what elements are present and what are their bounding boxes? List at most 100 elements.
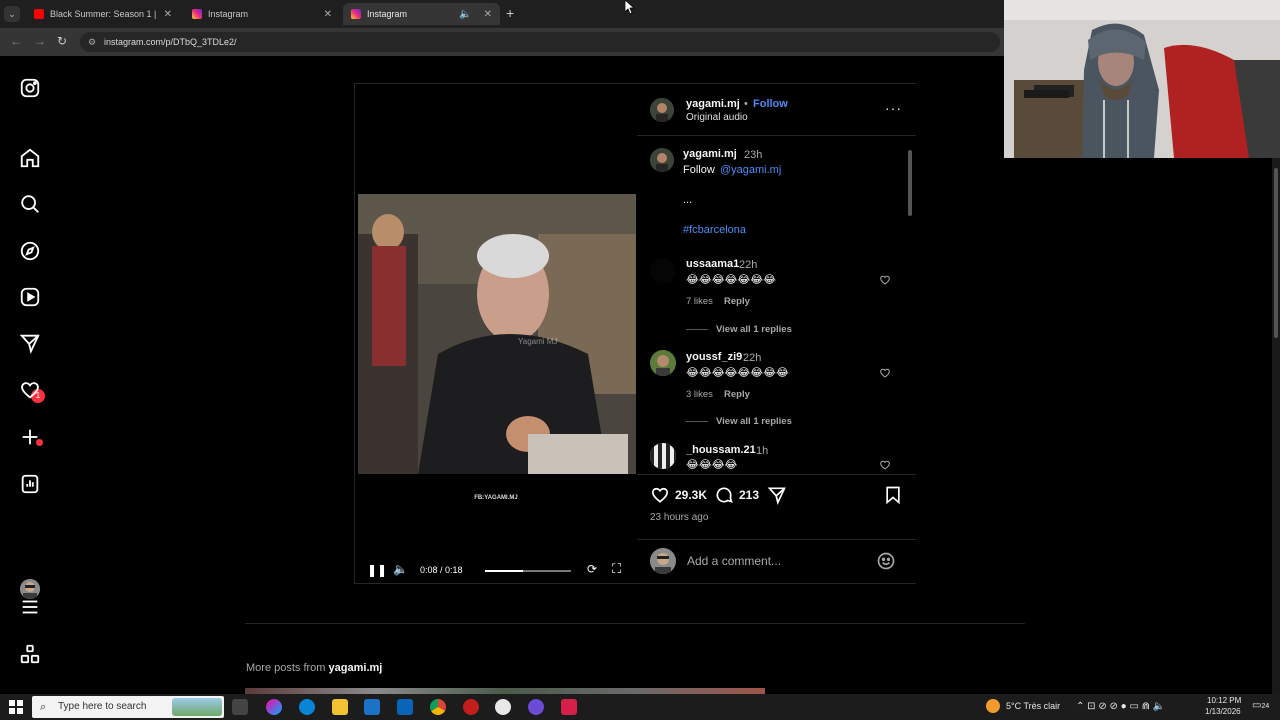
more-posts-user[interactable]: yagami.mj [329, 662, 383, 674]
close-tab-icon[interactable]: ✕ [164, 9, 172, 20]
url-field[interactable]: ⚙ instagram.com/p/DTbQ_3TDLe2/ [80, 32, 1000, 52]
caption-mention[interactable]: @yagami.mj [720, 164, 781, 176]
fullscreen-icon[interactable]: ⛶ [612, 561, 621, 577]
commenter-avatar[interactable] [650, 258, 676, 284]
reels-icon[interactable] [19, 286, 41, 308]
outlook-icon[interactable] [397, 699, 413, 715]
weather-icon[interactable] [986, 699, 1000, 713]
comment-count[interactable]: 213 [739, 488, 759, 502]
post-timestamp[interactable]: 23 hours ago [650, 512, 708, 523]
page-scrollbar[interactable] [1272, 158, 1280, 694]
tab-instagram-1[interactable]: Instagram ✕ [184, 3, 340, 25]
comment-reply-button[interactable]: Reply [724, 389, 750, 400]
like-icon[interactable] [650, 485, 670, 505]
like-count[interactable]: 29.3K [675, 488, 707, 502]
messages-icon[interactable] [19, 332, 41, 354]
emoji-icon[interactable] [876, 551, 896, 571]
file-explorer-icon[interactable] [332, 699, 348, 715]
view-replies-link[interactable]: View all 1 replies [686, 416, 792, 427]
tray-icons[interactable]: ⌃ ⊡ ⊘ ⊘ ● ▭ ⋒ 🔈 [1076, 701, 1165, 712]
video-progress-bar[interactable] [485, 570, 571, 572]
menu-icon[interactable] [19, 596, 41, 618]
store-icon[interactable] [364, 699, 380, 715]
audio-label[interactable]: Original audio [686, 112, 748, 123]
author-avatar[interactable] [650, 98, 674, 122]
add-comment-bar: Add a comment... [637, 539, 916, 583]
chrome-icon[interactable] [430, 699, 446, 715]
weather-text[interactable]: 5°C Très clair [1006, 701, 1060, 711]
replay-icon[interactable]: ⟳ [587, 562, 597, 576]
caption-author-avatar[interactable] [650, 148, 674, 172]
comment-username[interactable]: _houssam.21 [686, 444, 756, 456]
comment-like-icon[interactable] [879, 274, 891, 286]
pause-icon[interactable]: ❚❚ [367, 563, 387, 577]
notification-icon[interactable]: ▭24 [1252, 700, 1269, 711]
app-icon[interactable] [561, 699, 577, 715]
instagram-logo-icon[interactable] [19, 77, 41, 99]
more-options-icon[interactable]: ··· [885, 100, 902, 116]
windows-taskbar: ⌕ Type here to search 5°C Très clair ⌃ ⊡… [0, 694, 1280, 720]
clock-time[interactable]: 10:12 PM [1207, 696, 1241, 705]
commenter-avatar[interactable] [650, 350, 676, 376]
view-replies-link[interactable]: View all 1 replies [686, 324, 792, 335]
copilot-icon[interactable] [266, 699, 282, 715]
clock-date[interactable]: 1/13/2026 [1205, 707, 1241, 716]
speaker-icon[interactable]: 🔈 [459, 9, 471, 20]
app-icon[interactable] [463, 699, 479, 715]
close-tab-icon[interactable]: ✕ [324, 9, 332, 20]
app-icon[interactable] [528, 699, 544, 715]
back-icon[interactable]: ← [10, 34, 22, 48]
comment-username[interactable]: ussaama1 [686, 258, 739, 270]
tab-black-summer[interactable]: Black Summer: Season 1 | Offic ✕ [26, 3, 180, 25]
heart-icon[interactable] [19, 379, 41, 401]
dashboard-icon[interactable] [19, 473, 41, 495]
windows-start-icon[interactable] [9, 700, 23, 714]
comment-like-icon[interactable] [879, 367, 891, 379]
app-icon[interactable] [495, 699, 511, 715]
forward-icon[interactable]: → [34, 34, 46, 48]
comment-reply-button[interactable]: Reply [724, 296, 750, 307]
browser-tab-bar: ⌄ Black Summer: Season 1 | Offic ✕ Insta… [0, 0, 1005, 28]
tab-instagram-2[interactable]: Instagram 🔈 ✕ [343, 3, 500, 25]
comment-time: 1h [756, 445, 769, 457]
edge-icon[interactable] [299, 699, 315, 715]
close-tab-icon[interactable]: ✕ [484, 9, 492, 20]
more-apps-icon[interactable] [19, 643, 41, 665]
mouse-cursor-icon [625, 0, 635, 14]
comment-text: 😂😂😂😂😂😂😂 [686, 274, 776, 286]
video-frame[interactable]: Yagami MJ [358, 194, 636, 474]
comment-input[interactable]: Add a comment... [687, 554, 781, 568]
new-tab-button[interactable]: + [506, 5, 514, 21]
volume-icon[interactable]: 🔈 [393, 562, 408, 576]
site-info-icon[interactable]: ⚙ [88, 32, 96, 52]
more-posts-heading: More posts from yagami.mj [246, 662, 383, 674]
share-icon[interactable] [767, 485, 787, 505]
save-icon[interactable] [883, 485, 903, 505]
tab-title: Instagram [367, 9, 408, 19]
home-icon[interactable] [19, 147, 41, 169]
follow-button[interactable]: Follow [753, 98, 788, 110]
reload-icon[interactable]: ↻ [57, 34, 67, 48]
explore-icon[interactable] [19, 240, 41, 262]
commenter-avatar[interactable] [650, 443, 676, 469]
comments-scrollbar[interactable] [907, 140, 913, 470]
author-username[interactable]: yagami.mj [686, 98, 740, 110]
screen: ⌄ Black Summer: Season 1 | Offic ✕ Insta… [0, 0, 1280, 720]
comment-likes[interactable]: 3 likes [686, 389, 713, 400]
comment-username[interactable]: youssf_zi9 [686, 351, 742, 363]
taskbar-search-box[interactable]: ⌕ Type here to search [32, 696, 224, 718]
caption-time: 23h [744, 149, 763, 161]
caption-author[interactable]: yagami.mj [683, 148, 737, 160]
post-card: Yagami MJ FB:YAGAMI.MJ ❚❚ 🔈 0:08 / 0:18 … [354, 83, 916, 584]
tab-search-button[interactable]: ⌄ [4, 6, 20, 22]
comment-icon[interactable] [714, 485, 734, 505]
create-icon[interactable] [19, 426, 41, 448]
comment-likes[interactable]: 7 likes [686, 296, 713, 307]
comment-like-icon[interactable] [879, 459, 891, 471]
video-caption: FB:YAGAMI.MJ [474, 495, 518, 501]
video-player[interactable]: Yagami MJ FB:YAGAMI.MJ ❚❚ 🔈 0:08 / 0:18 … [355, 84, 637, 583]
task-view-icon[interactable] [232, 699, 248, 715]
video-watermark: Yagami MJ [518, 337, 557, 346]
caption-hashtag[interactable]: #fcbarcelona [683, 224, 746, 236]
search-icon[interactable] [19, 193, 41, 215]
